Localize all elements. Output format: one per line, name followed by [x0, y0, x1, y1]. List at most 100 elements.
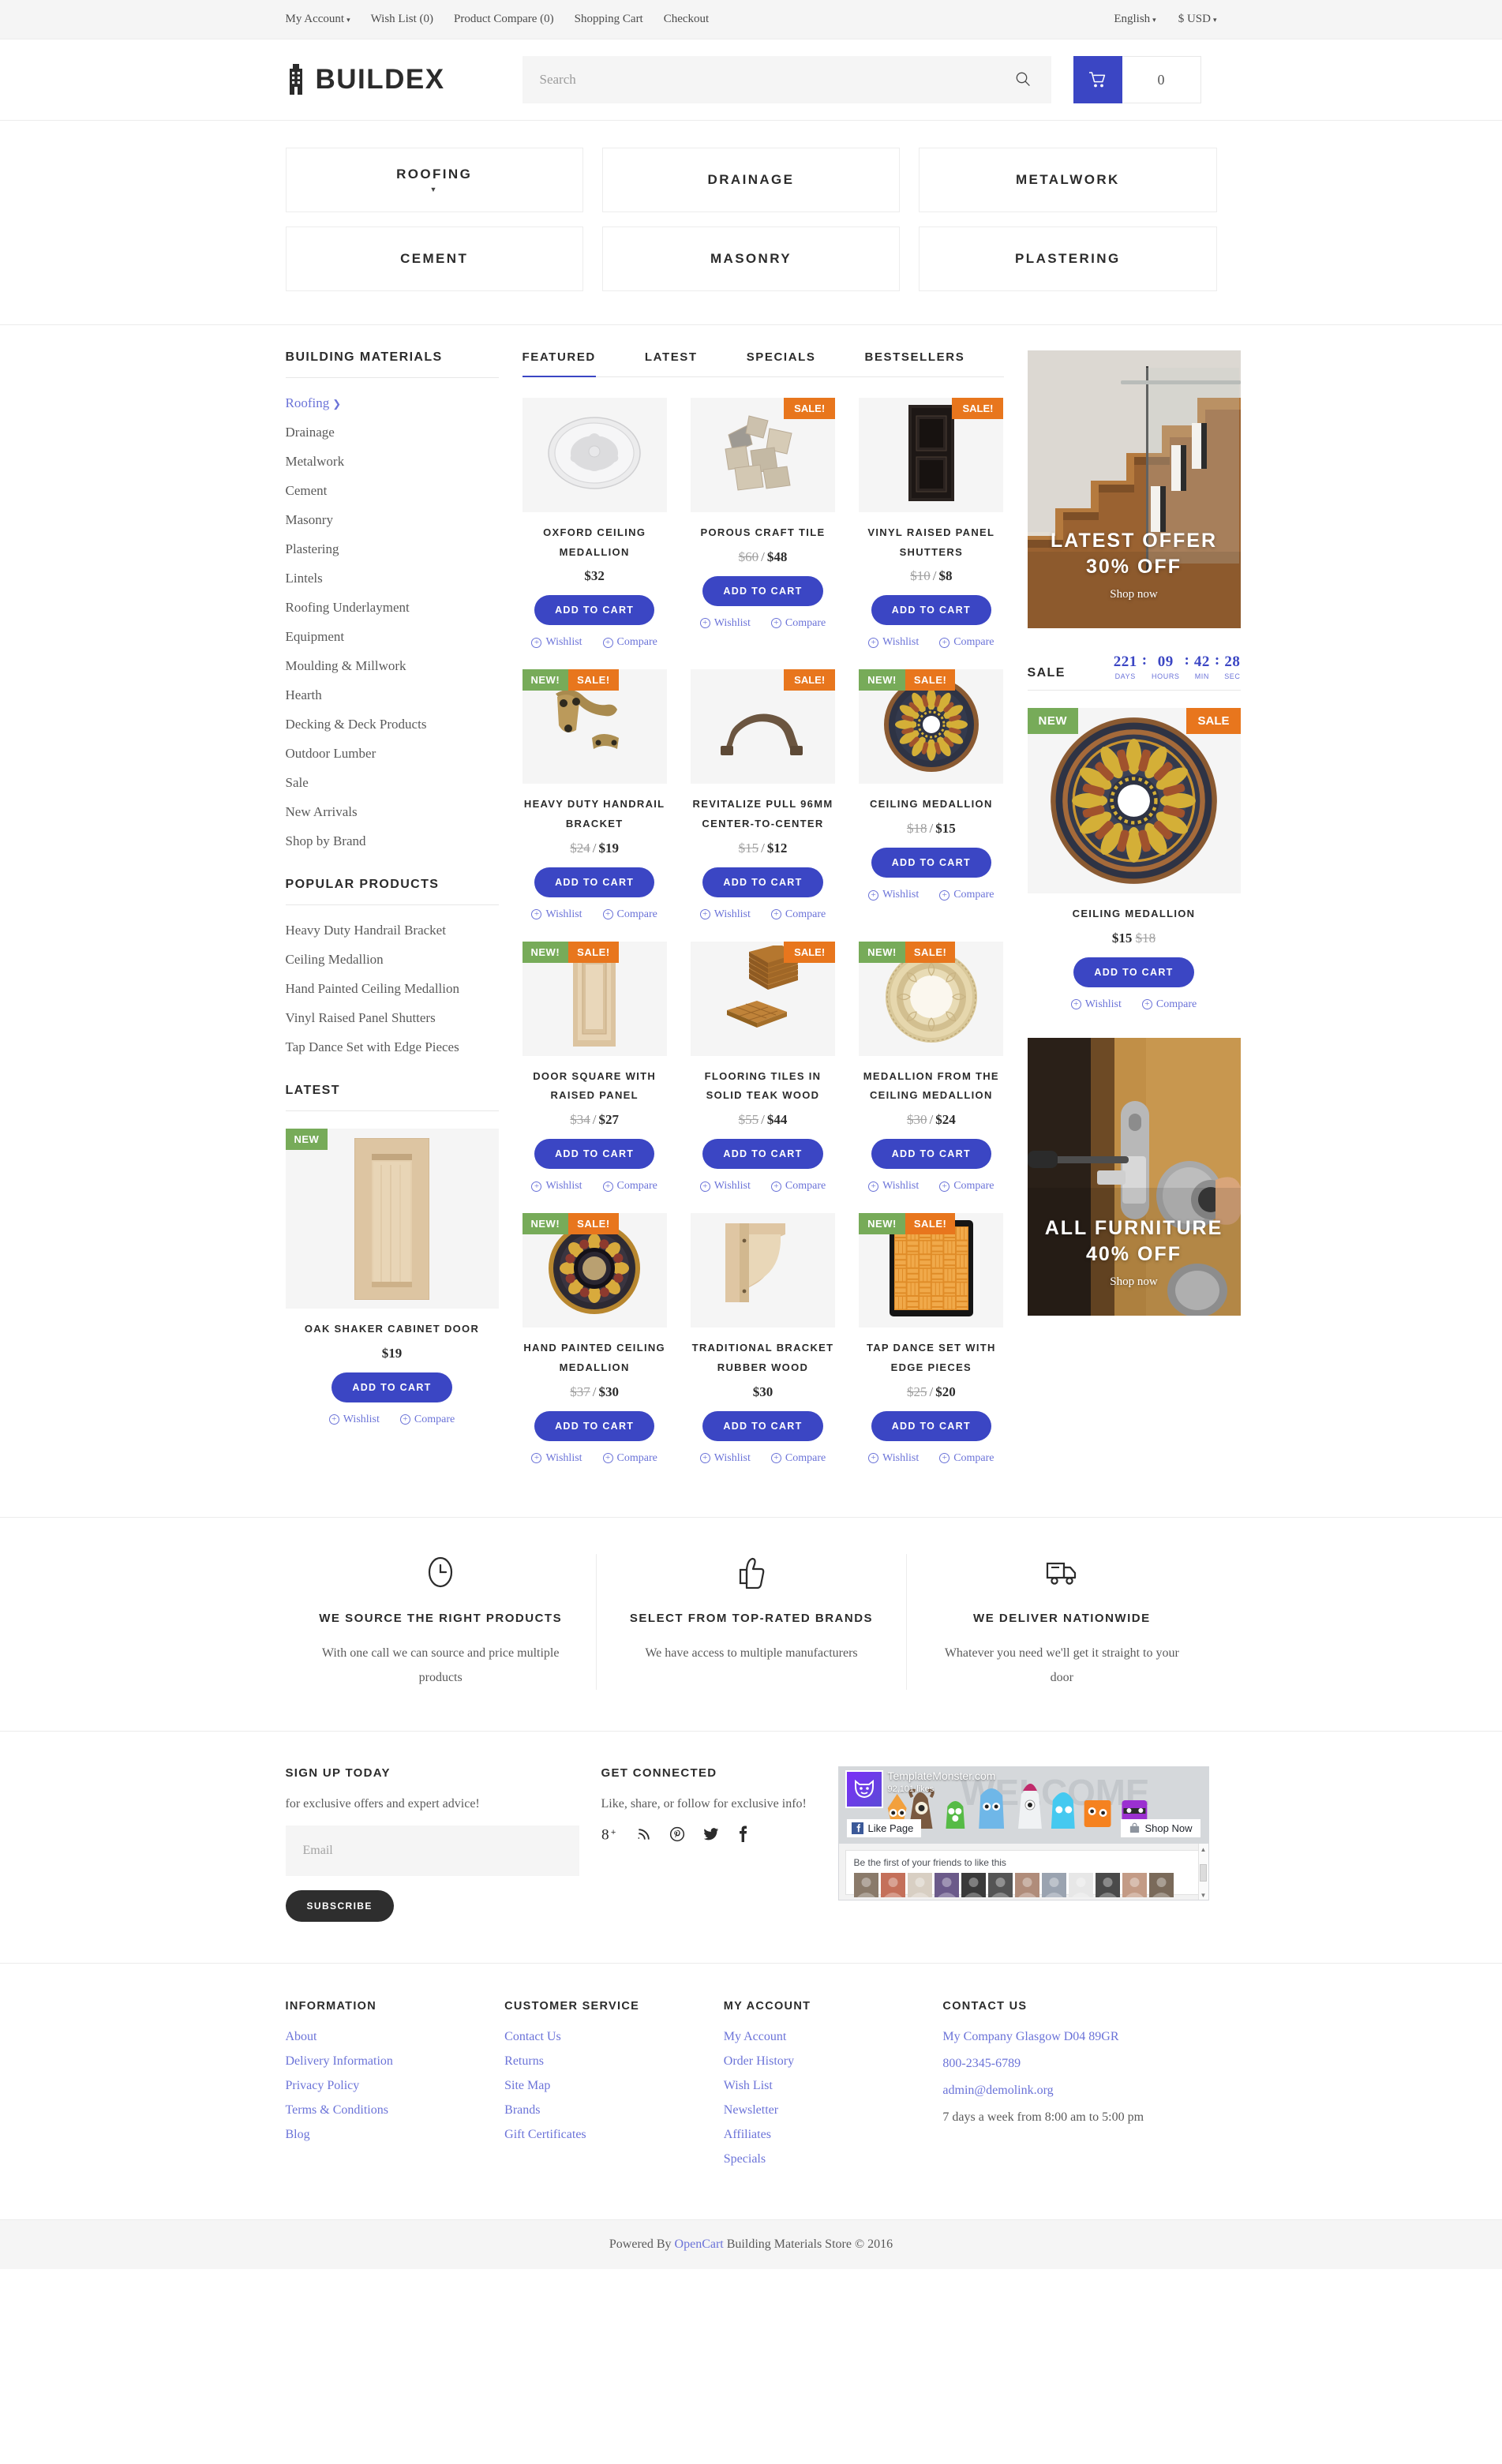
product-image[interactable]	[522, 398, 667, 512]
compare-link[interactable]: + Compare	[1141, 998, 1197, 1011]
compare-link[interactable]: + Compare	[939, 636, 994, 649]
wishlist-link[interactable]: + Wishlist	[868, 636, 919, 649]
popular-product-hand-painted-ceiling-medallion[interactable]: Hand Painted Ceiling Medallion	[286, 981, 460, 996]
sidebar-item-metalwork[interactable]: Metalwork	[286, 454, 345, 469]
banner-cta[interactable]: Shop now	[1110, 1275, 1157, 1289]
compare-link[interactable]: + Compare	[939, 1452, 994, 1465]
wishlist-link[interactable]: + Wishlist	[699, 908, 751, 921]
wishlist-link[interactable]: + Wishlist	[699, 1452, 751, 1465]
tab-featured[interactable]: FEATURED	[522, 350, 596, 377]
add-to-cart-button[interactable]: ADD TO CART	[871, 1410, 991, 1441]
popular-product-tap-dance-set-with-edge-pieces[interactable]: Tap Dance Set with Edge Pieces	[286, 1039, 459, 1054]
banner-cta[interactable]: Shop now	[1110, 588, 1157, 601]
footer-link-my-account[interactable]: My Account	[724, 2030, 787, 2043]
compare-link[interactable]: + Compare	[602, 1452, 657, 1465]
topbar-link-my-account[interactable]: My Account ▾	[286, 13, 350, 26]
sidebar-item-decking-deck-products[interactable]: Decking & Deck Products	[286, 717, 427, 732]
facebook-page-widget[interactable]: WELCOME TemplateMonster.com 92,101 likes…	[837, 1766, 1209, 1901]
wishlist-link[interactable]: + Wishlist	[868, 889, 919, 901]
sidebar-item-roofing[interactable]: Roofing ❯	[286, 395, 342, 410]
footer-link-order-history[interactable]: Order History	[724, 2054, 794, 2068]
category-tile-metalwork[interactable]: METALWORK	[919, 148, 1217, 212]
contact-phone[interactable]: 800-2345-6789	[942, 2057, 1021, 2070]
footer-link-privacy-policy[interactable]: Privacy Policy	[286, 2079, 360, 2092]
scroll-thumb[interactable]	[1200, 1863, 1207, 1882]
footer-link-contact-us[interactable]: Contact Us	[504, 2030, 561, 2043]
subscribe-button[interactable]: SUBSCRIBE	[285, 1890, 394, 1923]
add-to-cart-button[interactable]: ADD TO CART	[331, 1372, 452, 1402]
product-title[interactable]: CEILING MEDALLION	[1028, 904, 1241, 924]
scroll-up-arrow[interactable]: ▲	[1200, 1846, 1207, 1853]
product-title[interactable]: OXFORD CEILING MEDALLION	[523, 523, 667, 562]
wishlist-link[interactable]: + Wishlist	[328, 1414, 380, 1426]
search-input[interactable]	[539, 72, 1012, 88]
rss-icon[interactable]	[636, 1826, 652, 1846]
product-title[interactable]: FLOORING TILES IN SOLID TEAK WOOD	[691, 1067, 835, 1106]
compare-link[interactable]: + Compare	[602, 908, 657, 921]
wishlist-link[interactable]: + Wishlist	[531, 908, 582, 921]
category-tile-plastering[interactable]: PLASTERING	[919, 227, 1217, 291]
add-to-cart-button[interactable]: ADD TO CART	[534, 1410, 655, 1441]
footer-link-delivery-information[interactable]: Delivery Information	[286, 2054, 393, 2068]
topbar-link-product-compare-0[interactable]: Product Compare (0)	[454, 13, 554, 26]
footer-link-site-map[interactable]: Site Map	[504, 2079, 550, 2092]
footer-link-specials[interactable]: Specials	[724, 2152, 766, 2166]
contact-address[interactable]: My Company Glasgow D04 89GR	[942, 2030, 1118, 2043]
product-title[interactable]: HAND PAINTED CEILING MEDALLION	[523, 1339, 667, 1377]
product-title[interactable]: TAP DANCE SET WITH EDGE PIECES	[859, 1339, 1003, 1377]
language-selector[interactable]: English ▾	[1114, 13, 1156, 26]
wishlist-link[interactable]: + Wishlist	[868, 1180, 919, 1193]
sidebar-item-masonry[interactable]: Masonry	[286, 512, 333, 527]
product-image[interactable]: NEW! SALE!	[522, 941, 667, 1056]
banner-all-furniture[interactable]: ALL FURNITURE 40% OFF Shop now	[1027, 1037, 1241, 1316]
facebook-like-button[interactable]: Like Page	[846, 1819, 922, 1838]
product-image[interactable]: SALE!	[690, 941, 836, 1056]
add-to-cart-button[interactable]: ADD TO CART	[534, 1139, 655, 1170]
add-to-cart-button[interactable]: ADD TO CART	[702, 575, 823, 606]
sidebar-item-equipment[interactable]: Equipment	[286, 629, 345, 644]
product-image[interactable]: SALE!	[690, 398, 836, 512]
product-image[interactable]: SALE!	[690, 669, 836, 785]
sidebar-item-drainage[interactable]: Drainage	[286, 425, 335, 440]
add-to-cart-button[interactable]: ADD TO CART	[702, 1410, 823, 1441]
compare-link[interactable]: + Compare	[770, 1180, 826, 1193]
category-tile-masonry[interactable]: MASONRY	[601, 227, 901, 291]
cart-button[interactable]	[1073, 56, 1122, 103]
add-to-cart-button[interactable]: ADD TO CART	[1073, 957, 1194, 987]
compare-link[interactable]: + Compare	[602, 636, 657, 649]
product-title[interactable]: TRADITIONAL BRACKET RUBBER WOOD	[691, 1339, 835, 1377]
sidebar-item-sale[interactable]: Sale	[286, 775, 309, 790]
product-image[interactable]: NEW SALE	[1027, 708, 1241, 893]
topbar-link-shopping-cart[interactable]: Shopping Cart	[575, 13, 643, 26]
product-image[interactable]: NEW! SALE!	[859, 1213, 1004, 1328]
banner-latest-offer[interactable]: LATEST OFFER 30% OFF Shop now	[1027, 350, 1241, 628]
product-title[interactable]: OAK SHAKER CABINET DOOR	[286, 1320, 499, 1339]
sidebar-item-outdoor-lumber[interactable]: Outdoor Lumber	[286, 746, 376, 761]
footer-link-affiliates[interactable]: Affiliates	[724, 2128, 771, 2141]
sidebar-item-cement[interactable]: Cement	[286, 483, 328, 498]
category-tile-drainage[interactable]: DRAINAGE	[601, 148, 901, 212]
product-image[interactable]	[690, 1213, 836, 1328]
add-to-cart-button[interactable]: ADD TO CART	[702, 1139, 823, 1170]
footer-link-terms-conditions[interactable]: Terms & Conditions	[286, 2103, 388, 2117]
compare-link[interactable]: + Compare	[770, 908, 826, 921]
topbar-link-checkout[interactable]: Checkout	[664, 13, 710, 26]
sidebar-item-moulding-millwork[interactable]: Moulding & Millwork	[286, 658, 406, 673]
product-image[interactable]: NEW! SALE!	[522, 1213, 667, 1328]
popular-product-vinyl-raised-panel-shutters[interactable]: Vinyl Raised Panel Shutters	[286, 1010, 436, 1025]
product-title[interactable]: POROUS CRAFT TILE	[691, 523, 835, 543]
add-to-cart-button[interactable]: ADD TO CART	[534, 595, 655, 626]
product-image[interactable]: SALE!	[859, 398, 1004, 512]
wishlist-link[interactable]: + Wishlist	[531, 1180, 582, 1193]
site-logo[interactable]: BUILDEX	[286, 64, 523, 95]
wishlist-link[interactable]: + Wishlist	[1070, 998, 1122, 1011]
product-title[interactable]: REVITALIZE PULL 96MM CENTER-TO-CENTER	[691, 795, 835, 833]
wishlist-link[interactable]: + Wishlist	[699, 617, 751, 630]
compare-link[interactable]: + Compare	[939, 1180, 994, 1193]
product-title[interactable]: VINYL RAISED PANEL SHUTTERS	[859, 523, 1003, 562]
product-image[interactable]: NEW! SALE!	[859, 941, 1004, 1056]
search-button[interactable]	[1012, 71, 1034, 89]
footer-link-gift-certificates[interactable]: Gift Certificates	[504, 2128, 586, 2141]
topbar-link-wish-list-0[interactable]: Wish List (0)	[371, 13, 433, 26]
product-title[interactable]: MEDALLION FROM THE CEILING MEDALLION	[859, 1067, 1003, 1106]
